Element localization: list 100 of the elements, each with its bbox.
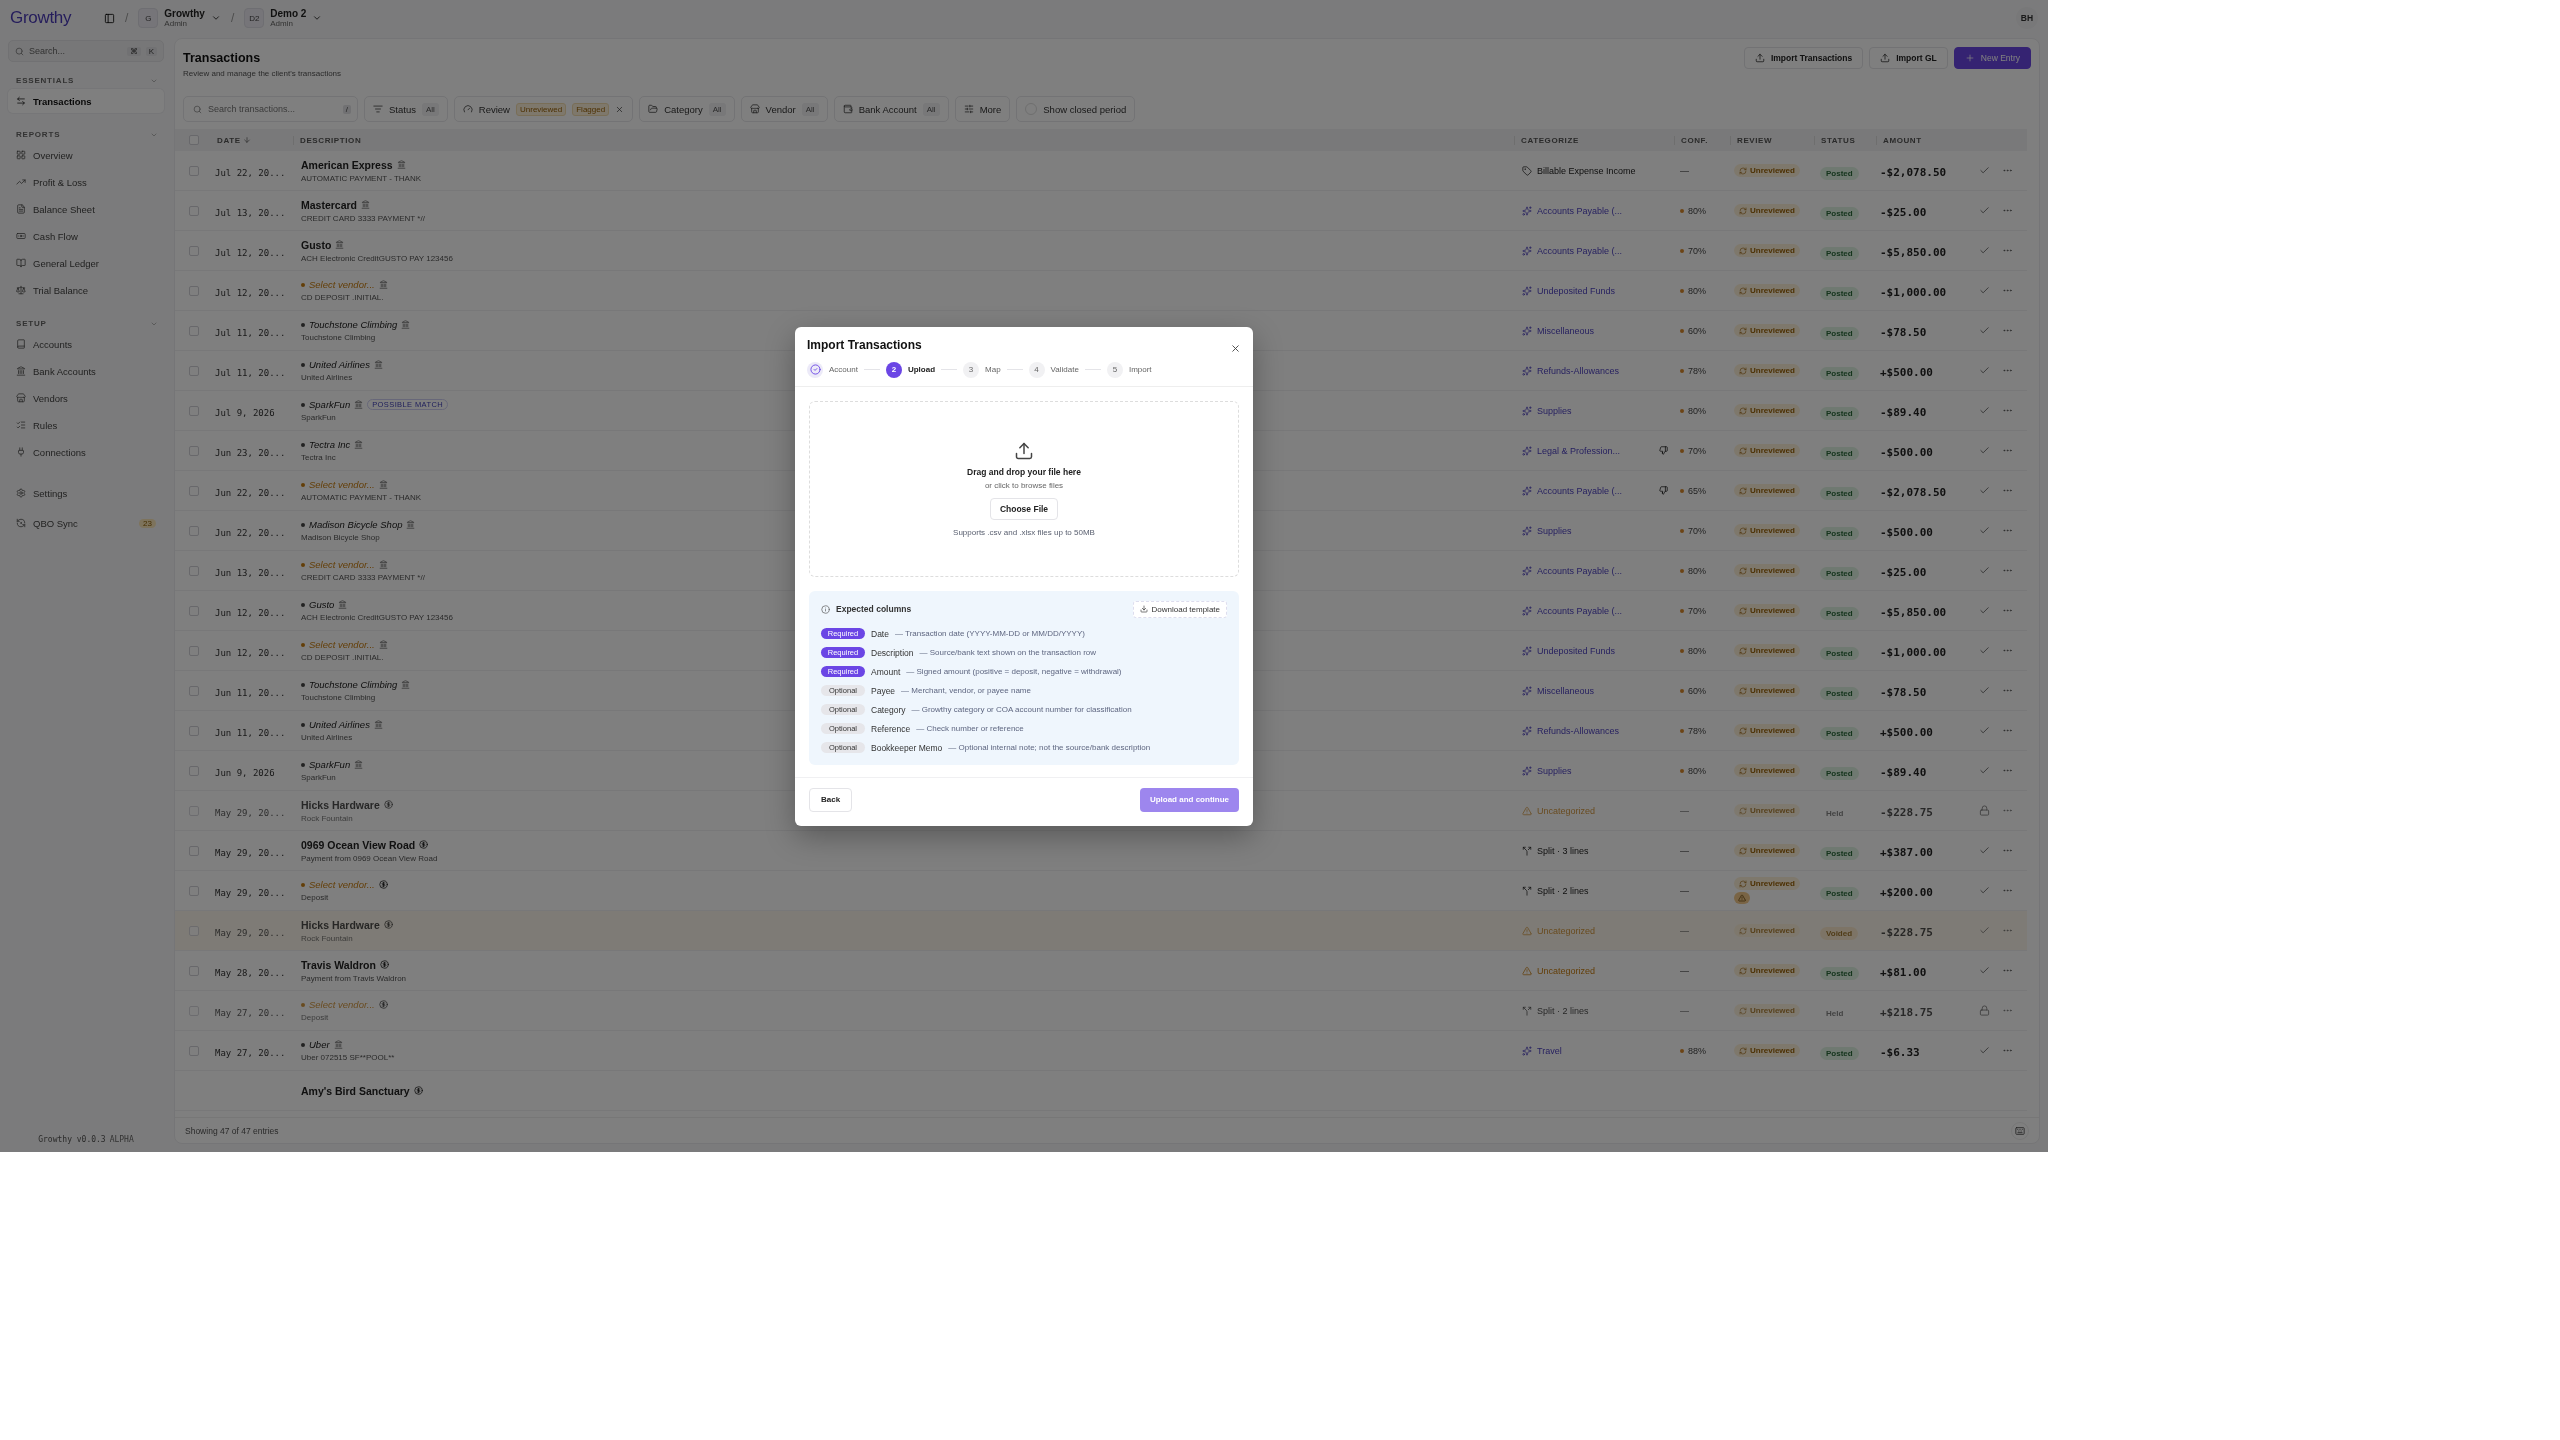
org-name[interactable]: Growthy	[164, 8, 205, 19]
vendor-name[interactable]: Amy's Bird Sanctuary	[301, 1084, 410, 1097]
confidence-dot	[1680, 408, 1684, 413]
choose-file-button[interactable]: Choose File	[989, 497, 1059, 520]
filter-chip[interactable]: Category All	[639, 96, 735, 122]
category-link[interactable]: Split · 2 lines	[1522, 885, 1589, 896]
category-link[interactable]: Uncategorized	[1522, 925, 1596, 936]
filter-chip[interactable]: Review Unreviewed Flagged	[453, 96, 634, 122]
category-link[interactable]: Legal & Profession...	[1522, 445, 1621, 456]
nav-item[interactable]: Trial Balance	[8, 278, 164, 302]
filter-chip[interactable]: Bank Account All	[833, 96, 949, 122]
keyboard-button[interactable]	[2011, 1121, 2029, 1140]
vendor-name[interactable]: Hicks Hardware	[301, 918, 380, 931]
file-dropzone[interactable]: Drag and drop your file here or click to browse files Choose File Supports .csv and .xlsx files up to 50MB	[809, 400, 1239, 577]
vendor-name[interactable]: 0969 Ocean View Road	[301, 838, 416, 851]
category-link[interactable]: Billable Expense Income	[1522, 165, 1636, 176]
category-link[interactable]: Accounts Payable (...	[1522, 605, 1623, 616]
vendor-dot	[301, 322, 305, 327]
category-link[interactable]: Accounts Payable (...	[1522, 565, 1623, 576]
column-header[interactable]: CATEGORIZE	[1514, 135, 1674, 145]
vendor-name[interactable]: Uber	[309, 1039, 330, 1050]
nav-item[interactable]: QBO Sync 23	[8, 511, 164, 535]
vendor-select[interactable]: Select vendor...	[309, 479, 375, 490]
nav-item[interactable]: Profit & Loss	[8, 170, 164, 194]
vendor-name[interactable]: Travis Waldron	[301, 958, 376, 971]
nav-item[interactable]: General Ledger	[8, 251, 164, 275]
vendor-select[interactable]: Select vendor...	[309, 879, 375, 890]
category-link[interactable]: Refunds-Allowances	[1522, 365, 1620, 376]
vendor-name[interactable]: Touchstone Climbing	[309, 319, 398, 330]
action-button[interactable]: New Entry	[1953, 47, 2031, 69]
category-link[interactable]: Accounts Payable (...	[1522, 205, 1623, 216]
vendor-name[interactable]: Hicks Hardware	[301, 798, 380, 811]
category-link[interactable]: Split · 2 lines	[1522, 1005, 1589, 1016]
nav-item[interactable]: Overview	[8, 143, 164, 167]
category-link[interactable]: Accounts Payable (...	[1522, 245, 1623, 256]
nav-item[interactable]: Vendors	[8, 386, 164, 410]
nav-item[interactable]: Bank Accounts	[8, 359, 164, 383]
closed-period-toggle[interactable]: Show closed period	[1016, 96, 1136, 122]
vendor-name[interactable]: Gusto	[301, 238, 332, 251]
vendor-name[interactable]: United Airlines	[309, 719, 370, 730]
close-button[interactable]	[1230, 342, 1241, 354]
logo[interactable]: Growthy	[10, 8, 94, 28]
category-link[interactable]: Miscellaneous	[1522, 685, 1595, 696]
action-button[interactable]: Import GL	[1869, 47, 1948, 69]
filter-chip[interactable]: Vendor All	[740, 96, 828, 122]
back-button[interactable]: Back	[809, 787, 853, 812]
column-header[interactable]: AMOUNT	[1876, 135, 1971, 145]
vendor-select[interactable]: Select vendor...	[309, 999, 375, 1010]
nav-item[interactable]: Balance Sheet	[8, 197, 164, 221]
category-link[interactable]: Accounts Payable (...	[1522, 485, 1623, 496]
column-header[interactable]: STATUS	[1814, 135, 1876, 145]
vendor-name[interactable]: Mastercard	[301, 198, 358, 211]
confidence: 80%	[1674, 645, 1730, 656]
nav-item[interactable]: Transactions	[8, 89, 164, 113]
org-avatar: G	[138, 8, 159, 28]
download-template-button[interactable]: Download template	[1132, 600, 1227, 618]
nav-item[interactable]: Rules	[8, 413, 164, 437]
column-header[interactable]: DESCRIPTION	[293, 135, 1514, 145]
category-link[interactable]: Undeposited Funds	[1522, 645, 1616, 656]
org-name[interactable]: Demo 2	[270, 8, 307, 19]
nav-item[interactable]: Accounts	[8, 332, 164, 356]
search-field[interactable]: Search... ⌘ K	[8, 40, 164, 62]
vendor-name[interactable]: SparkFun	[309, 759, 351, 770]
search-field[interactable]: Search transactions... /	[183, 96, 358, 122]
category-link[interactable]: Supplies	[1522, 765, 1572, 776]
category-link[interactable]: Supplies	[1522, 525, 1572, 536]
vendor-name[interactable]: Gusto	[309, 599, 335, 610]
category-link[interactable]: Uncategorized	[1522, 965, 1596, 976]
category-link[interactable]: Split · 3 lines	[1522, 845, 1589, 856]
vendor-name[interactable]: American Express	[301, 158, 393, 171]
sidebar-toggle-icon[interactable]	[104, 12, 115, 24]
confidence: 60%	[1674, 325, 1730, 336]
status-pill: Posted	[1820, 286, 1859, 300]
vendor-name[interactable]: Tectra Inc	[309, 439, 351, 450]
vendor-select[interactable]: Select vendor...	[309, 639, 375, 650]
vendor-name[interactable]: Touchstone Climbing	[309, 679, 398, 690]
category-link[interactable]: Miscellaneous	[1522, 325, 1595, 336]
category-link[interactable]: Travel	[1522, 1045, 1562, 1056]
vendor-name[interactable]: Madison Bicycle Shop	[309, 519, 403, 530]
column-header[interactable]: DATE	[211, 135, 293, 145]
vendor-select[interactable]: Select vendor...	[309, 279, 375, 290]
review-pill: Unreviewed	[1734, 444, 1800, 457]
column-header[interactable]: REVIEW	[1730, 135, 1814, 145]
vendor-name[interactable]: SparkFun	[309, 399, 351, 410]
action-button[interactable]: Import Transactions	[1743, 47, 1864, 69]
column-header[interactable]: CONF.	[1674, 135, 1730, 145]
category-link[interactable]: Supplies	[1522, 405, 1572, 416]
refresh-icon	[1739, 326, 1747, 335]
nav-item[interactable]: Connections	[8, 440, 164, 464]
vendor-name[interactable]: United Airlines	[309, 359, 370, 370]
vendor-select[interactable]: Select vendor...	[309, 559, 375, 570]
category-link[interactable]: Refunds-Allowances	[1522, 725, 1620, 736]
nav-item[interactable]: Cash Flow	[8, 224, 164, 248]
filter-chip[interactable]: More	[954, 96, 1011, 122]
filter-chip[interactable]: Status All	[364, 96, 448, 122]
category-link[interactable]: Undeposited Funds	[1522, 285, 1616, 296]
date-cell-text: Jul 13, 20...	[214, 207, 286, 218]
review-pill: Unreviewed	[1734, 524, 1800, 537]
category-link[interactable]: Uncategorized	[1522, 805, 1596, 816]
nav-item[interactable]: Settings	[8, 481, 164, 505]
